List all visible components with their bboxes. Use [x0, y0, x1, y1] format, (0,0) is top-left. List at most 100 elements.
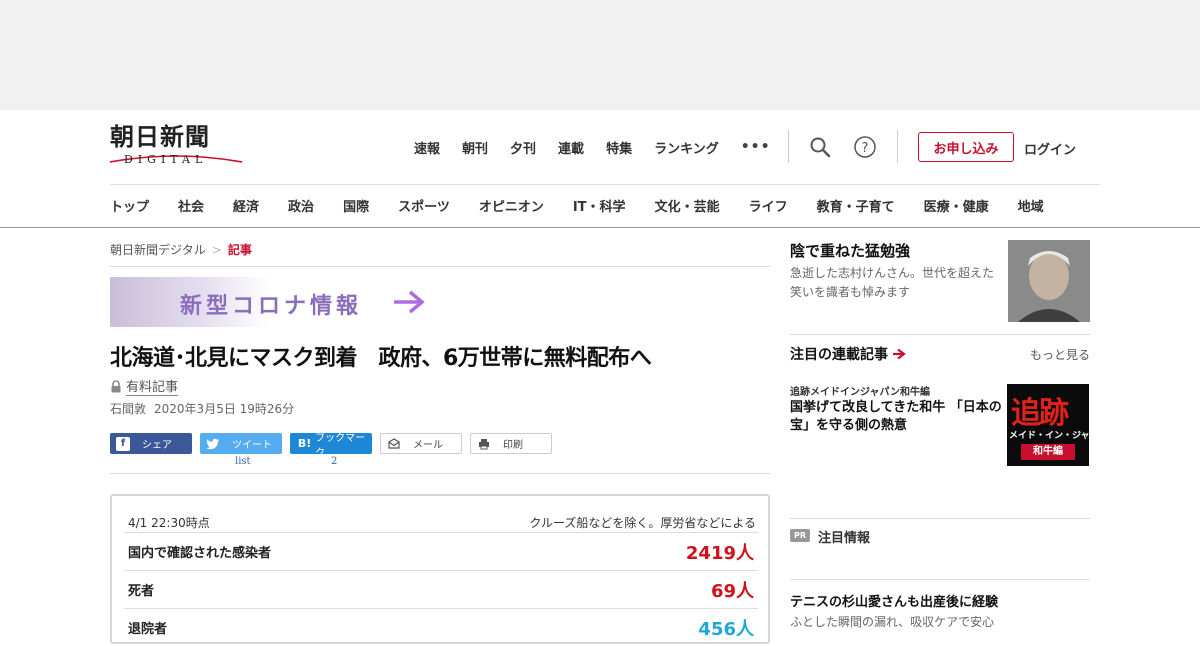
search-icon[interactable]	[808, 135, 832, 159]
lock-icon	[111, 379, 121, 392]
mail-icon	[388, 437, 400, 449]
sidebar-feature-title[interactable]: 陰で重ねた猛勉強	[790, 240, 910, 261]
login-link[interactable]: ログイン	[1024, 139, 1076, 158]
print-button[interactable]: 印刷	[470, 433, 552, 454]
stats-row-recovered: 退院者 456人	[124, 608, 758, 646]
topnav-tokushu[interactable]: 特集	[606, 138, 632, 157]
breadcrumb-home[interactable]: 朝日新聞デジタル	[110, 243, 206, 257]
stats-header: 4/1 22:30時点 クルーズ船などを除く。厚労省などによる	[128, 514, 756, 531]
nav-divider	[788, 130, 789, 163]
series-thumbnail[interactable]: 追跡 メイド・イン・ジャパン 和牛編	[1007, 384, 1089, 466]
site-logo[interactable]: 朝日新聞 DIGITAL	[110, 124, 242, 170]
stats-row-value: 69人	[710, 580, 754, 602]
topnav-yukan[interactable]: 夕刊	[510, 138, 536, 157]
pr-section-title: 注目情報	[818, 531, 871, 546]
cat-top[interactable]: トップ	[110, 196, 149, 215]
cat-it-science[interactable]: IT・科学	[573, 196, 626, 215]
facebook-share-button[interactable]: f シェア	[110, 433, 192, 454]
print-icon	[479, 438, 489, 449]
facebook-icon: f	[116, 436, 130, 451]
header-divider	[110, 184, 1100, 185]
cat-sports[interactable]: スポーツ	[398, 196, 450, 215]
stats-row-deaths: 死者 69人	[124, 570, 758, 608]
sidebar-divider	[790, 579, 1090, 580]
cat-health[interactable]: 医療・健康	[924, 196, 989, 215]
series-kicker: 追跡メイドインジャパン和牛編	[790, 387, 930, 398]
twitter-count-link[interactable]: list	[235, 456, 251, 467]
see-more-link[interactable]: もっと見る	[1030, 346, 1090, 363]
logo-sub-text: DIGITAL	[124, 153, 208, 166]
cat-society[interactable]: 社会	[178, 196, 204, 215]
pr-badge: PR	[790, 529, 810, 542]
more-menu-icon[interactable]: •••	[741, 139, 771, 155]
cat-region[interactable]: 地域	[1018, 196, 1044, 215]
cat-economy[interactable]: 経済	[233, 196, 259, 215]
sidebar-section-title[interactable]: 注目の連載記事	[790, 344, 906, 364]
stats-row-label: 死者	[128, 584, 155, 599]
cat-culture[interactable]: 文化・芸能	[655, 196, 720, 215]
sidebar-divider	[790, 334, 1090, 335]
breadcrumb-divider	[110, 266, 770, 267]
arrow-right-icon	[893, 348, 906, 360]
topnav-ranking[interactable]: ランキング	[654, 138, 719, 157]
stats-note: クルーズ船などを除く。厚労省などによる	[529, 516, 756, 530]
twitter-share-button[interactable]: ツイート	[200, 433, 282, 454]
category-nav: トップ 社会 経済 政治 国際 スポーツ オピニオン IT・科学 文化・芸能 ラ…	[110, 196, 1100, 215]
twitter-icon	[206, 438, 220, 449]
facebook-share-label: シェア	[142, 440, 172, 451]
sidebar-feature-desc[interactable]: 急逝した志村けんさん。世代を超えた笑いを識者も悼みます	[790, 264, 1002, 302]
sidebar-divider	[790, 518, 1090, 519]
article-headline: 北海道･北見にマスク到着 政府、6万世帯に無料配布へ	[110, 346, 652, 371]
mail-share-label: メール	[413, 440, 443, 451]
nav-divider	[897, 130, 898, 163]
stats-row-value: 2419人	[685, 542, 754, 564]
hatena-bookmark-label: ブックマーク	[315, 432, 366, 459]
thumbnail-big-text: 追跡	[1011, 396, 1069, 431]
thumbnail-bottom-text: 和牛編	[1021, 444, 1075, 460]
category-divider	[0, 227, 1200, 228]
subscribe-button[interactable]: お申し込み	[918, 132, 1014, 162]
author-name: 石間敦	[110, 402, 147, 416]
arrow-right-icon[interactable]	[392, 288, 426, 316]
share-divider	[110, 473, 770, 474]
corona-stats-box: 4/1 22:30時点 クルーズ船などを除く。厚労省などによる 国内で確認された…	[110, 494, 770, 644]
paid-article-badge: 有料記事	[110, 376, 179, 396]
corona-banner-text[interactable]: 新型コロナ情報	[180, 288, 362, 320]
breadcrumb: 朝日新聞デジタル > 記事	[110, 241, 252, 258]
hatena-bookmark-icon: B!	[297, 437, 312, 450]
stats-row-value: 456人	[698, 618, 754, 640]
topnav-sokuho[interactable]: 速報	[414, 138, 440, 157]
thumbnail-mid-text: メイド・イン・ジャパン	[1009, 431, 1089, 441]
pr-article-title[interactable]: テニスの杉山愛さんも出産後に経験	[790, 591, 998, 610]
series-article-title[interactable]: 国挙げて改良してきた和牛 「日本の宝」を守る側の熱意	[790, 399, 1002, 435]
help-icon[interactable]: ?	[853, 135, 877, 159]
cat-education[interactable]: 教育・子育て	[817, 196, 895, 215]
stats-timestamp: 4/1 22:30時点	[128, 516, 210, 530]
section-title-text: 注目の連載記事	[790, 347, 888, 363]
byline: 石間敦 2020年3月5日 19時26分	[110, 400, 294, 417]
cat-politics[interactable]: 政治	[288, 196, 314, 215]
print-label: 印刷	[503, 440, 523, 451]
twitter-share-label: ツイート	[232, 440, 272, 451]
topnav-choukan[interactable]: 朝刊	[462, 138, 488, 157]
stats-row-label: 退院者	[128, 622, 168, 637]
top-ad-area	[0, 0, 1200, 110]
breadcrumb-separator: >	[211, 243, 222, 257]
publish-date: 2020年3月5日 19時26分	[154, 402, 295, 416]
hatena-bookmark-button[interactable]: B! ブックマーク	[290, 433, 372, 459]
stats-row-infected: 国内で確認された感染者 2419人	[124, 532, 758, 570]
mail-share-button[interactable]: メール	[380, 433, 462, 454]
stats-row-label: 国内で確認された感染者	[128, 546, 272, 561]
topnav-rensai[interactable]: 連載	[558, 138, 584, 157]
cat-life[interactable]: ライフ	[749, 196, 788, 215]
cat-international[interactable]: 国際	[343, 196, 369, 215]
top-nav: 速報 朝刊 夕刊 連載 特集 ランキング •••	[414, 136, 793, 158]
feature-photo[interactable]	[1008, 240, 1090, 322]
pr-article-desc[interactable]: ふとした瞬間の漏れ、吸収ケアで安心	[790, 613, 994, 630]
breadcrumb-current: 記事	[227, 243, 252, 257]
person-photo-icon	[1008, 240, 1090, 322]
paid-article-label: 有料記事	[126, 376, 179, 396]
hatena-count[interactable]: 2	[331, 456, 337, 467]
cat-opinion[interactable]: オピニオン	[479, 196, 544, 215]
svg-text:?: ?	[862, 141, 869, 156]
